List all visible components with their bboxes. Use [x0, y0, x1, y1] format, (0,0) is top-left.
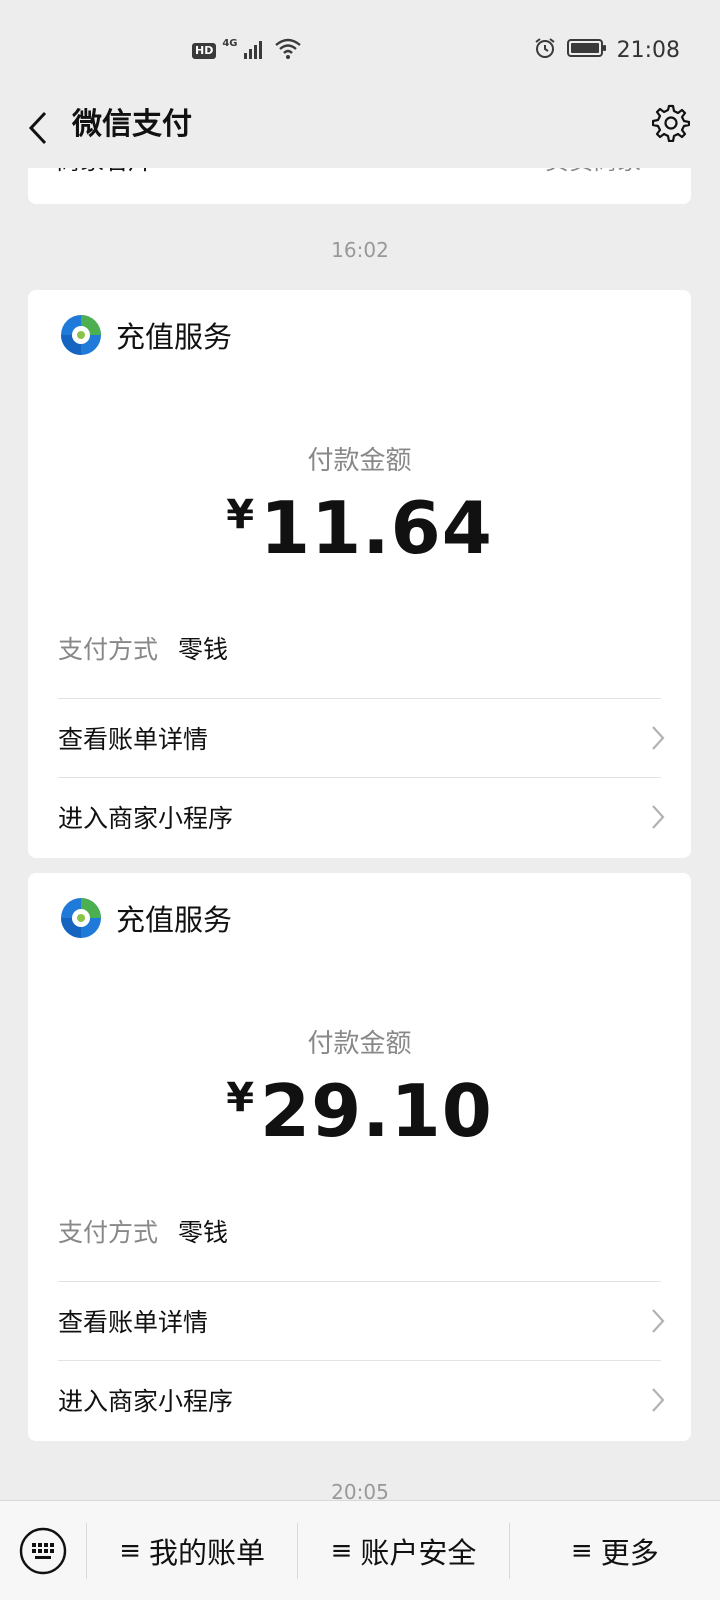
link-label: 查看账单详情	[58, 1308, 209, 1337]
network-indicators: HD 4G	[192, 38, 302, 64]
amount-label: 付款金额	[307, 446, 412, 476]
chevron-right-icon	[652, 1388, 665, 1412]
view-bill-details-link[interactable]: 查看账单详情	[58, 699, 665, 777]
back-button[interactable]	[18, 100, 58, 156]
gear-icon	[652, 104, 690, 142]
payment-message-card[interactable]: 充值服务 付款金额 ¥ 11.64 支付方式 零钱 查看账单详情 进入商家小程序	[28, 290, 691, 858]
link-label: 查看账单详情	[58, 725, 209, 754]
chevron-right-icon	[652, 1309, 665, 1333]
menu-label: 更多	[600, 1535, 659, 1570]
network-type: 4G	[222, 37, 238, 49]
page-title: 微信支付	[72, 107, 192, 142]
merchant-logo-icon	[61, 898, 101, 938]
menu-label: 账户安全	[360, 1535, 477, 1570]
menu-list-icon: ≡	[570, 1535, 593, 1566]
amount-value: 11.64	[260, 486, 493, 570]
menu-account-security[interactable]: ≡ 账户安全	[298, 1501, 508, 1600]
menu-list-icon: ≡	[119, 1535, 142, 1566]
chevron-right-icon	[652, 726, 665, 750]
battery-icon	[566, 38, 607, 62]
merchant-logo-icon	[61, 315, 101, 355]
currency-symbol: ¥	[226, 1075, 255, 1121]
link-label: 进入商家小程序	[58, 1387, 234, 1416]
wifi-icon	[274, 38, 302, 64]
merchant-name: 充值服务	[116, 903, 233, 937]
merchant-header: 充值服务	[60, 314, 232, 356]
payment-method: 支付方式 零钱	[58, 1213, 228, 1249]
enter-mini-program-link[interactable]: 进入商家小程序	[58, 1361, 665, 1439]
signal-icon	[243, 38, 268, 64]
alarm-icon	[533, 36, 557, 64]
wechat-pay-screen: HD 4G 21:08 微信支付 16:02 充值服务 付款金额 ¥ 11.64…	[0, 0, 720, 1600]
bottom-menu-bar: ≡ 我的账单 ≡ 账户安全 ≡ 更多	[0, 1500, 720, 1600]
message-time: 16:02	[331, 238, 389, 262]
amount-display: ¥ 11.64	[28, 486, 691, 570]
payment-method-label: 支付方式	[58, 635, 159, 664]
menu-label: 我的账单	[149, 1535, 266, 1570]
merchant-header: 充值服务	[60, 897, 232, 939]
payment-method-value: 零钱	[178, 1218, 229, 1247]
merchant-name: 充值服务	[116, 320, 233, 354]
amount-value: 29.10	[260, 1069, 493, 1153]
menu-more[interactable]: ≡ 更多	[510, 1501, 720, 1600]
clock: 21:08	[616, 37, 680, 63]
status-bar: HD 4G 21:08	[0, 0, 720, 100]
keyboard-button[interactable]	[0, 1501, 86, 1600]
payment-message-card[interactable]: 充值服务 付款金额 ¥ 29.10 支付方式 零钱 查看账单详情 进入商家小程序	[28, 873, 691, 1441]
keyboard-icon	[19, 1527, 67, 1574]
menu-list-icon: ≡	[330, 1535, 353, 1566]
payment-method-label: 支付方式	[58, 1218, 159, 1247]
amount-label: 付款金额	[307, 1029, 412, 1059]
hd-badge: HD	[192, 43, 217, 59]
chevron-left-icon	[28, 111, 47, 145]
link-label: 进入商家小程序	[58, 804, 234, 833]
payment-method: 支付方式 零钱	[58, 630, 228, 666]
chevron-right-icon	[652, 805, 665, 829]
amount-display: ¥ 29.10	[28, 1069, 691, 1153]
enter-mini-program-link[interactable]: 进入商家小程序	[58, 778, 665, 856]
view-bill-details-link[interactable]: 查看账单详情	[58, 1282, 665, 1360]
currency-symbol: ¥	[226, 492, 255, 538]
settings-button[interactable]	[646, 98, 696, 148]
menu-my-bills[interactable]: ≡ 我的账单	[87, 1501, 297, 1600]
payment-method-value: 零钱	[178, 635, 229, 664]
status-right: 21:08	[533, 36, 680, 64]
